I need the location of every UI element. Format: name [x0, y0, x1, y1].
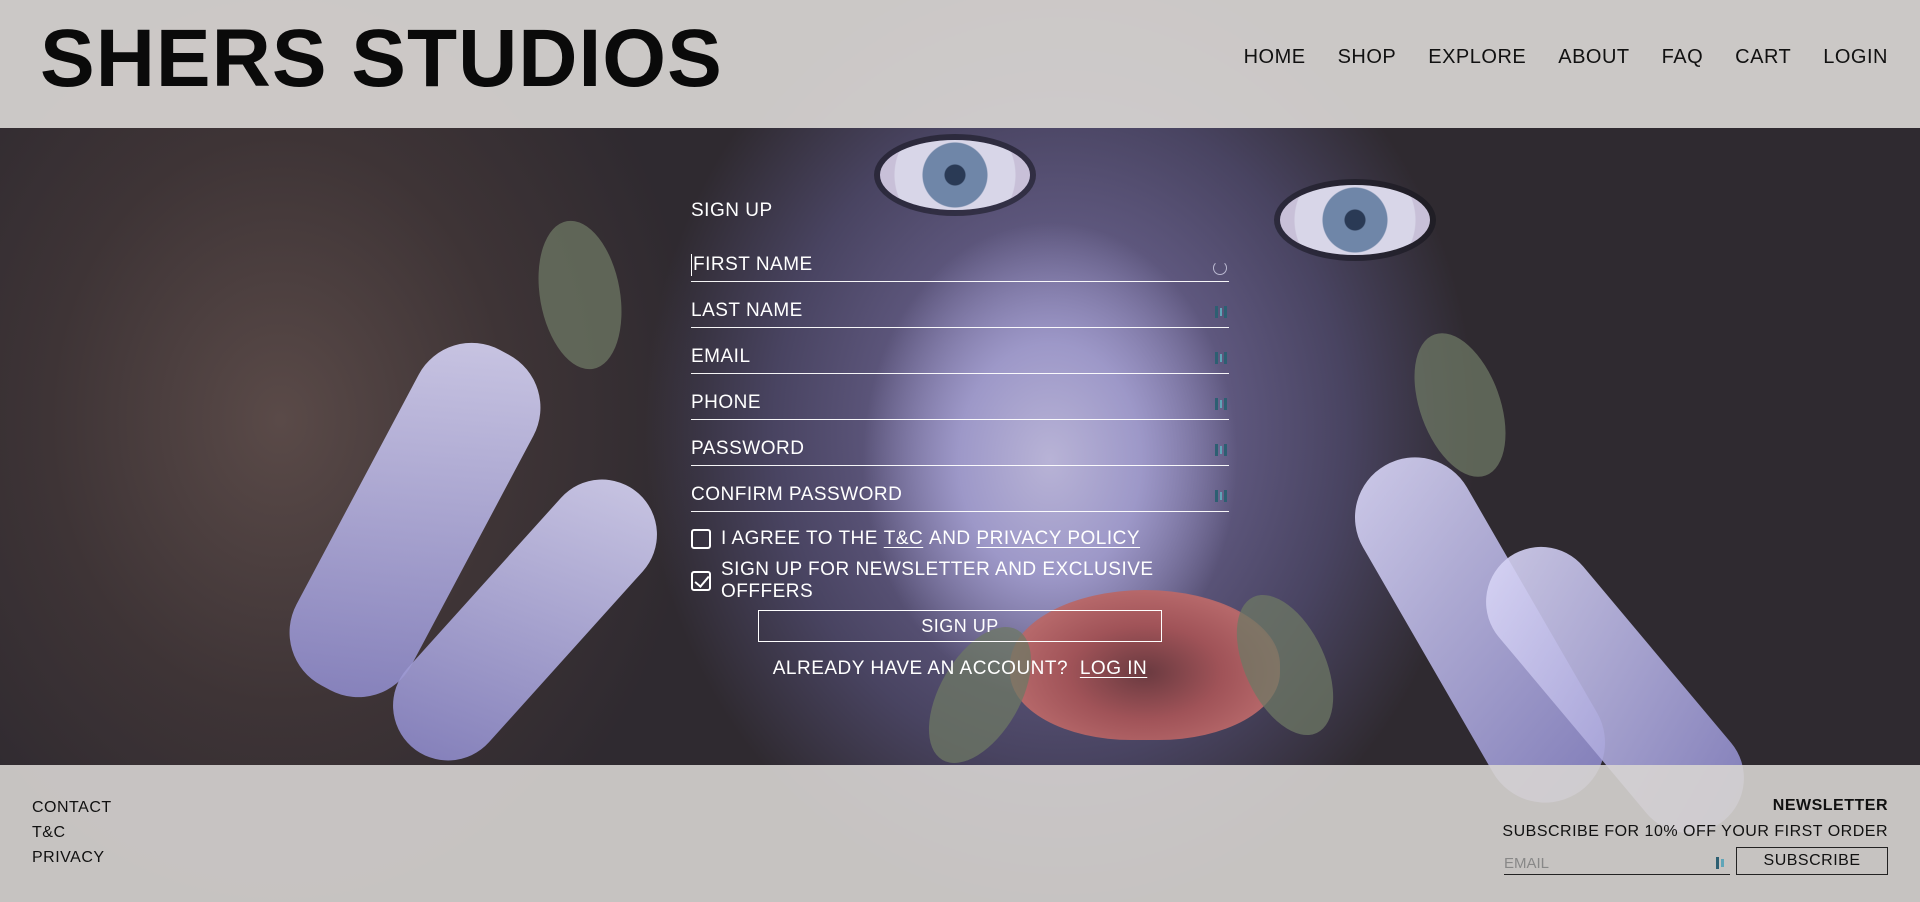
agree-prefix: I AGREE TO THE	[721, 528, 878, 549]
last-name-field	[691, 282, 1229, 328]
email-input[interactable]	[691, 346, 1191, 368]
nav-home[interactable]: HOME	[1244, 46, 1306, 69]
confirm-password-field	[691, 466, 1229, 512]
newsletter-title: NEWSLETTER	[1772, 797, 1888, 814]
newsletter-opt-label: SIGN UP FOR NEWSLETTER AND EXCLUSIVE OFF…	[721, 559, 1154, 602]
nav-login[interactable]: LOGIN	[1823, 46, 1888, 69]
nav-faq[interactable]: FAQ	[1662, 46, 1704, 69]
agree-terms-checkbox[interactable]	[691, 529, 711, 549]
subscribe-button[interactable]: SUBSCRIBE	[1736, 847, 1888, 875]
footer-terms-link[interactable]: T&C	[32, 824, 112, 842]
terms-link[interactable]: T&C	[884, 528, 924, 550]
email-field	[691, 328, 1229, 374]
phone-field	[691, 374, 1229, 420]
newsletter-form: SUBSCRIBE	[1468, 847, 1888, 875]
password-input[interactable]	[691, 438, 1191, 460]
nav-about[interactable]: ABOUT	[1558, 46, 1629, 69]
agree-terms-row: I AGREE TO THE T&C AND PRIVACY POLICY	[691, 524, 1229, 554]
signup-form: SIGN UP I AGREE TO THE T&C AND PRIVACY P…	[691, 200, 1229, 680]
site-header: SHERS STUDIOS HOME SHOP EXPLORE ABOUT FA…	[0, 0, 1920, 128]
agree-middle: AND	[929, 528, 971, 549]
password-manager-key-icon[interactable]	[1215, 443, 1228, 457]
password-manager-key-icon[interactable]	[1716, 857, 1724, 869]
password-manager-key-icon[interactable]	[1215, 305, 1228, 319]
phone-input[interactable]	[691, 392, 1191, 414]
newsletter-email-field	[1504, 849, 1730, 875]
nav-explore[interactable]: EXPLORE	[1428, 46, 1526, 69]
newsletter-email-input[interactable]	[1504, 855, 1704, 872]
newsletter-opt-checkbox[interactable]	[691, 571, 711, 591]
footer-privacy-link[interactable]: PRIVACY	[32, 849, 112, 867]
password-field	[691, 420, 1229, 466]
signup-title: SIGN UP	[691, 200, 773, 221]
footer-links: CONTACT T&C PRIVACY	[32, 799, 112, 874]
password-manager-key-icon[interactable]	[1215, 489, 1228, 503]
newsletter-subtitle: SUBSCRIBE FOR 10% OFF YOUR FIRST ORDER	[1502, 823, 1888, 840]
password-manager-key-icon[interactable]	[1215, 351, 1228, 365]
privacy-policy-link[interactable]: PRIVACY POLICY	[976, 528, 1140, 550]
last-name-input[interactable]	[691, 300, 1191, 322]
first-name-input[interactable]	[691, 254, 1191, 276]
already-account-row: ALREADY HAVE AN ACCOUNT? LOG IN	[691, 658, 1229, 680]
nav-shop[interactable]: SHOP	[1338, 46, 1397, 69]
newsletter-opt-row: SIGN UP FOR NEWSLETTER AND EXCLUSIVE OFF…	[691, 559, 1229, 602]
footer-contact-link[interactable]: CONTACT	[32, 799, 112, 817]
password-manager-key-icon[interactable]	[1215, 397, 1228, 411]
confirm-password-input[interactable]	[691, 484, 1191, 506]
main-nav: HOME SHOP EXPLORE ABOUT FAQ CART LOGIN	[1212, 46, 1888, 69]
newsletter-section: NEWSLETTER SUBSCRIBE FOR 10% OFF YOUR FI…	[1468, 797, 1888, 875]
site-footer: CONTACT T&C PRIVACY NEWSLETTER SUBSCRIBE…	[0, 765, 1920, 902]
site-logo[interactable]: SHERS STUDIOS	[40, 18, 723, 100]
loading-spinner-icon	[1213, 261, 1227, 275]
nav-cart[interactable]: CART	[1735, 46, 1791, 69]
log-in-link[interactable]: LOG IN	[1080, 658, 1147, 679]
already-account-text: ALREADY HAVE AN ACCOUNT?	[772, 658, 1069, 679]
first-name-field	[691, 236, 1229, 282]
sign-up-button[interactable]: SIGN UP	[758, 610, 1162, 642]
